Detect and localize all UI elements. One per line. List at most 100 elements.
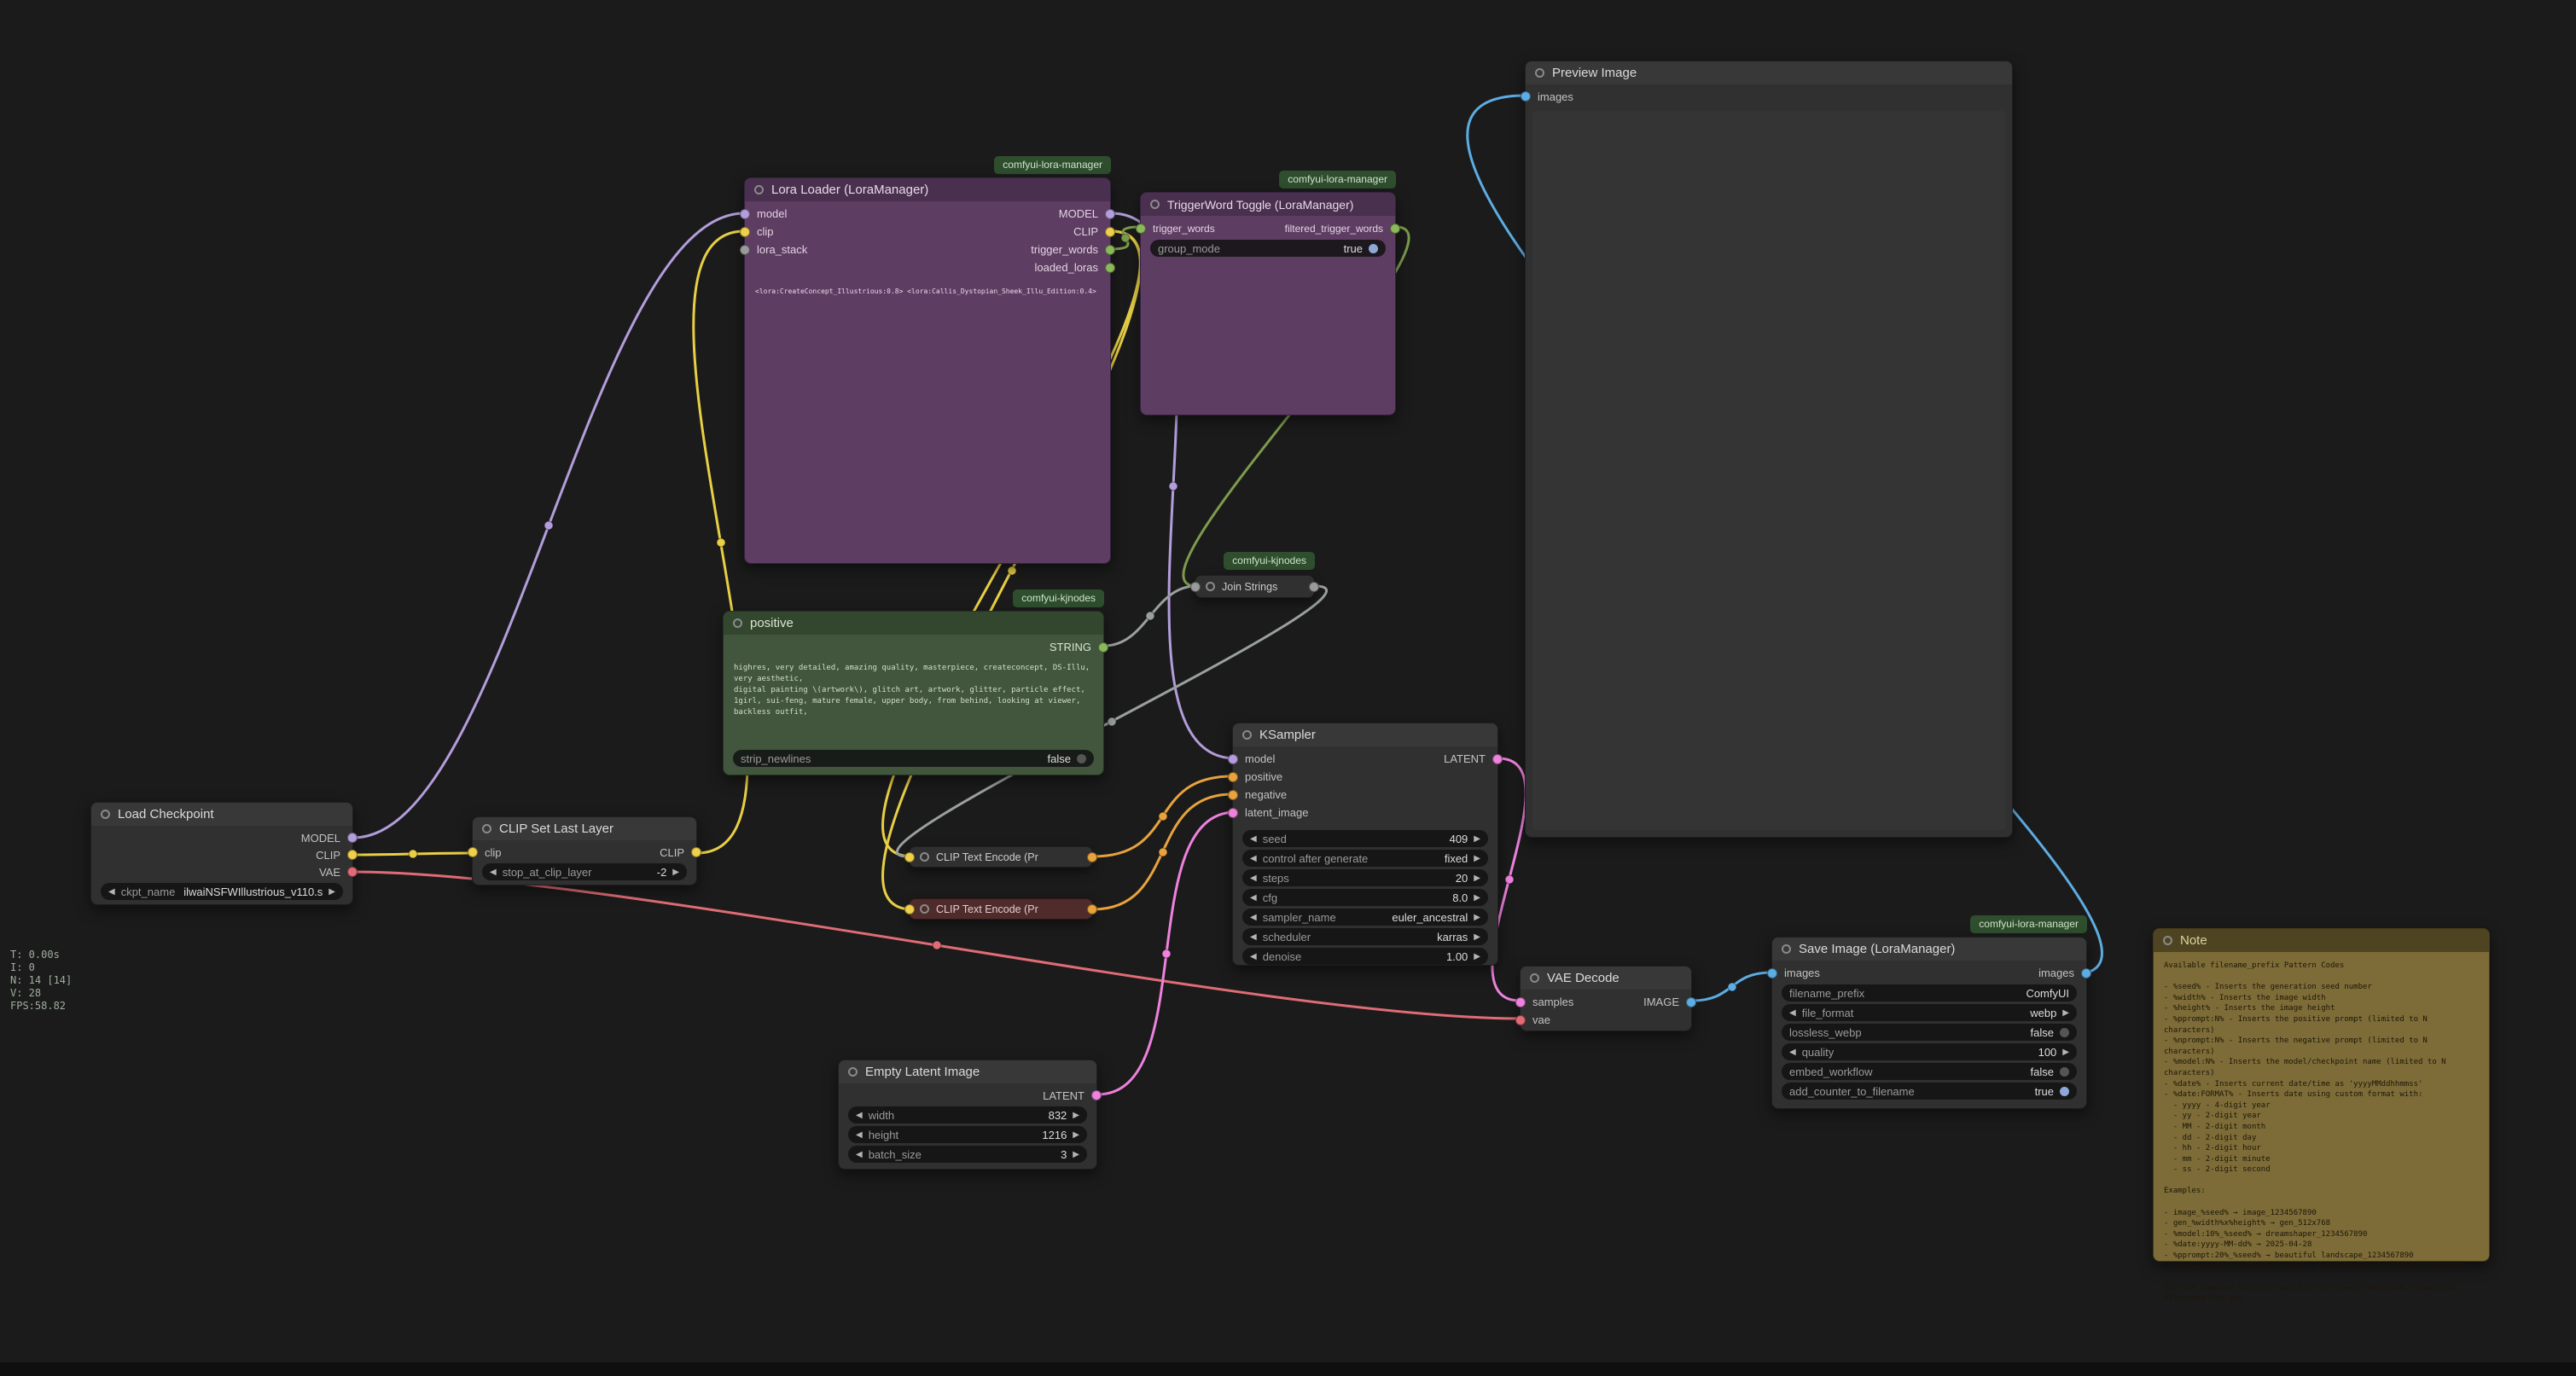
combo-right-icon[interactable]: ▶ bbox=[2062, 1048, 2069, 1057]
combo-right-icon[interactable]: ▶ bbox=[1474, 893, 1480, 903]
port-trigger-words-output[interactable] bbox=[1105, 245, 1115, 255]
combo-left-icon[interactable]: ◀ bbox=[1250, 952, 1257, 961]
node-clip-text-encode-2[interactable]: CLIP Text Encode (Pr bbox=[909, 898, 1093, 920]
toggle-off-icon[interactable] bbox=[2060, 1028, 2069, 1037]
widget-lossless-webp[interactable]: lossless_webp false bbox=[1782, 1024, 2077, 1041]
node-save-image[interactable]: Save Image (LoraManager) images images f… bbox=[1771, 937, 2087, 1109]
combo-left-icon[interactable]: ◀ bbox=[856, 1130, 863, 1140]
node-clip-set-last-layer[interactable]: CLIP Set Last Layer clip CLIP ◀ stop_at_… bbox=[472, 816, 697, 885]
combo-right-icon[interactable]: ▶ bbox=[1474, 932, 1480, 942]
port-model-input[interactable] bbox=[1228, 754, 1238, 764]
widget-cfg[interactable]: ◀ cfg 8.0 ▶ bbox=[1242, 889, 1488, 906]
widget-file-format[interactable]: ◀ file_format webp ▶ bbox=[1782, 1004, 2077, 1021]
node-titlebar[interactable]: KSampler bbox=[1233, 723, 1497, 746]
widget-add-counter-to-filename[interactable]: add_counter_to_filename true bbox=[1782, 1083, 2077, 1100]
widget-width[interactable]: ◀ width 832 ▶ bbox=[848, 1106, 1087, 1123]
combo-right-icon[interactable]: ▶ bbox=[1073, 1130, 1079, 1140]
port-clip-output[interactable] bbox=[347, 850, 358, 860]
widget-stop-at-clip-layer[interactable]: ◀ stop_at_clip_layer -2 ▶ bbox=[482, 863, 687, 880]
port-model-input[interactable] bbox=[740, 209, 750, 219]
combo-right-icon[interactable]: ▶ bbox=[1474, 854, 1480, 863]
link-midpoint-dot[interactable] bbox=[1159, 848, 1167, 856]
link-midpoint-dot[interactable] bbox=[544, 521, 553, 530]
collapse-dot-icon[interactable] bbox=[101, 810, 110, 819]
port-latent-output[interactable] bbox=[1091, 1090, 1102, 1100]
collapse-dot-icon[interactable] bbox=[1782, 944, 1791, 954]
port-clip-input[interactable] bbox=[904, 852, 915, 862]
widget-height[interactable]: ◀ height 1216 ▶ bbox=[848, 1126, 1087, 1143]
node-titlebar[interactable]: Save Image (LoraManager) bbox=[1772, 938, 2086, 961]
port-loaded-loras-output[interactable] bbox=[1105, 263, 1115, 273]
port-clip-input[interactable] bbox=[904, 904, 915, 914]
port-clip-output[interactable] bbox=[691, 847, 701, 857]
combo-right-icon[interactable]: ▶ bbox=[1073, 1111, 1079, 1120]
combo-left-icon[interactable]: ◀ bbox=[108, 887, 115, 897]
port-string-output[interactable] bbox=[1309, 582, 1319, 592]
port-model-output[interactable] bbox=[1105, 209, 1115, 219]
combo-left-icon[interactable]: ◀ bbox=[1250, 854, 1257, 863]
collapse-dot-icon[interactable] bbox=[754, 185, 764, 194]
prompt-text[interactable]: highres, very detailed, amazing quality,… bbox=[724, 656, 1103, 725]
collapse-dot-icon[interactable] bbox=[733, 618, 742, 628]
widget-control-after-generate[interactable]: ◀ control after generate fixed ▶ bbox=[1242, 850, 1488, 867]
node-titlebar[interactable]: Load Checkpoint bbox=[91, 803, 352, 826]
port-images-input[interactable] bbox=[1521, 91, 1531, 102]
node-empty-latent-image[interactable]: Empty Latent Image LATENT ◀ width 832 ▶ … bbox=[838, 1060, 1097, 1170]
node-vae-decode[interactable]: VAE Decode samples IMAGE vae bbox=[1520, 966, 1692, 1031]
link-midpoint-dot[interactable] bbox=[1146, 612, 1154, 620]
combo-left-icon[interactable]: ◀ bbox=[1250, 834, 1257, 844]
node-titlebar[interactable]: Preview Image bbox=[1526, 61, 2012, 84]
combo-right-icon[interactable]: ▶ bbox=[1474, 952, 1480, 961]
link-midpoint-dot[interactable] bbox=[1169, 482, 1178, 491]
port-trigger-words-input[interactable] bbox=[1136, 224, 1146, 234]
node-triggerword-toggle[interactable]: TriggerWord Toggle (LoraManager) trigger… bbox=[1140, 192, 1396, 415]
node-titlebar[interactable]: Empty Latent Image bbox=[839, 1060, 1096, 1083]
collapse-dot-icon[interactable] bbox=[1530, 973, 1539, 983]
port-conditioning-output[interactable] bbox=[1087, 852, 1097, 862]
link-midpoint-dot[interactable] bbox=[1728, 983, 1736, 991]
link-midpoint-dot[interactable] bbox=[717, 538, 725, 547]
node-load-checkpoint[interactable]: Load Checkpoint MODEL CLIP VAE ◀ ckpt_na… bbox=[90, 802, 353, 905]
port-clip-output[interactable] bbox=[1105, 227, 1115, 237]
node-positive-prompt[interactable]: positive STRING highres, very detailed, … bbox=[723, 611, 1104, 775]
widget-batch-size[interactable]: ◀ batch_size 3 ▶ bbox=[848, 1146, 1087, 1163]
node-titlebar[interactable]: VAE Decode bbox=[1521, 967, 1691, 990]
node-preview-image[interactable]: Preview Image images bbox=[1525, 61, 2013, 838]
port-samples-input[interactable] bbox=[1515, 997, 1526, 1007]
combo-right-icon[interactable]: ▶ bbox=[1073, 1150, 1079, 1159]
combo-right-icon[interactable]: ▶ bbox=[2062, 1008, 2069, 1018]
port-latent-output[interactable] bbox=[1492, 754, 1503, 764]
widget-group-mode[interactable]: group_mode true bbox=[1150, 240, 1386, 257]
node-ksampler[interactable]: KSampler model LATENT positive negative … bbox=[1232, 723, 1498, 966]
combo-right-icon[interactable]: ▶ bbox=[1474, 913, 1480, 922]
port-conditioning-output[interactable] bbox=[1087, 904, 1097, 914]
node-note[interactable]: Note Available filename_prefix Pattern C… bbox=[2153, 928, 2490, 1262]
node-clip-text-encode-1[interactable]: CLIP Text Encode (Pr bbox=[909, 846, 1093, 868]
toggle-off-icon[interactable] bbox=[2060, 1067, 2069, 1077]
widget-embed-workflow[interactable]: embed_workflow false bbox=[1782, 1063, 2077, 1080]
combo-left-icon[interactable]: ◀ bbox=[856, 1111, 863, 1120]
node-titlebar[interactable]: CLIP Set Last Layer bbox=[473, 817, 696, 840]
widget-scheduler[interactable]: ◀ scheduler karras ▶ bbox=[1242, 928, 1488, 945]
collapse-dot-icon[interactable] bbox=[1206, 582, 1215, 591]
widget-filename-prefix[interactable]: filename_prefix ComfyUI bbox=[1782, 984, 2077, 1002]
combo-right-icon[interactable]: ▶ bbox=[329, 887, 335, 897]
widget-quality[interactable]: ◀ quality 100 ▶ bbox=[1782, 1043, 2077, 1060]
port-string-output[interactable] bbox=[1098, 642, 1108, 653]
collapse-dot-icon[interactable] bbox=[920, 904, 929, 914]
port-filtered-trigger-words-output[interactable] bbox=[1390, 224, 1400, 234]
collapse-dot-icon[interactable] bbox=[848, 1067, 858, 1077]
link-midpoint-dot[interactable] bbox=[1159, 812, 1167, 821]
node-join-strings[interactable]: Join Strings bbox=[1195, 575, 1315, 598]
combo-left-icon[interactable]: ◀ bbox=[490, 868, 497, 877]
widget-ckpt-name[interactable]: ◀ ckpt_name ilwaiNSFWIllustrious_v110.s … bbox=[101, 883, 343, 900]
combo-left-icon[interactable]: ◀ bbox=[1250, 874, 1257, 883]
combo-left-icon[interactable]: ◀ bbox=[1250, 932, 1257, 942]
node-titlebar[interactable]: positive bbox=[724, 612, 1103, 635]
combo-right-icon[interactable]: ▶ bbox=[1474, 874, 1480, 883]
port-clip-input[interactable] bbox=[740, 227, 750, 237]
node-titlebar[interactable]: TriggerWord Toggle (LoraManager) bbox=[1141, 193, 1395, 216]
widget-denoise[interactable]: ◀ denoise 1.00 ▶ bbox=[1242, 948, 1488, 965]
link-midpoint-dot[interactable] bbox=[1505, 875, 1514, 884]
toggle-on-icon[interactable] bbox=[2060, 1087, 2069, 1096]
